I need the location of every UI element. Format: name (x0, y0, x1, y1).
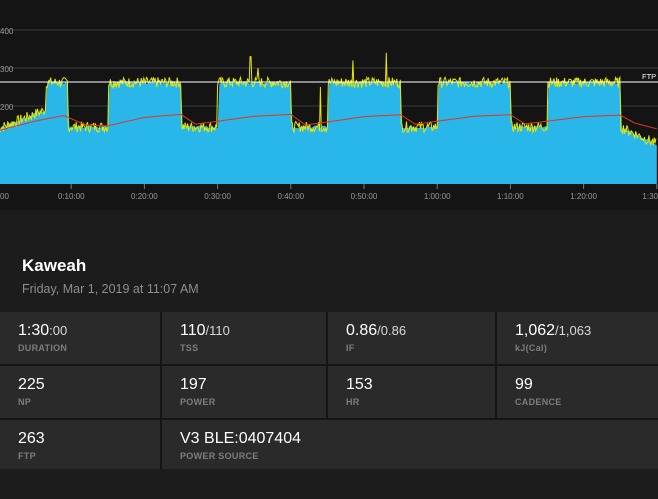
stat-duration: 1:30:00 DURATION (0, 312, 160, 364)
stat-sub: :00 (49, 323, 68, 338)
stat-value: 0.86/0.86 (346, 322, 406, 340)
stat-label: NP (18, 397, 32, 407)
stat-main: 99 (515, 376, 533, 393)
stat-main: 1,062 (515, 322, 556, 339)
x-tick-label: 0:50:00 (351, 192, 378, 201)
stat-cadence: 99 CADENCE (497, 366, 658, 418)
stat-value: 110/110 (180, 322, 230, 340)
stat-main: 263 (18, 430, 45, 447)
x-tick-label: 1:00:00 (424, 192, 451, 201)
stat-main: 110 (180, 322, 206, 339)
x-tick-label: 0:20:00 (131, 192, 158, 201)
x-tick-label: 1:20:00 (570, 192, 597, 201)
stat-main: 0.86 (346, 322, 378, 339)
stat-tss: 110/110 TSS (162, 312, 326, 364)
stat-label: HR (346, 397, 360, 407)
stat-value: 1:30:00 (18, 322, 67, 340)
stat-label: POWER SOURCE (180, 451, 259, 461)
stat-power: 197 POWER (162, 366, 326, 418)
stat-value: 99 (515, 376, 533, 394)
stat-main: 225 (18, 376, 45, 393)
stat-label: POWER (180, 397, 216, 407)
stat-ftp: 263 FTP (0, 420, 160, 473)
stat-value: V3 BLE:0407404 (180, 430, 301, 448)
power-chart[interactable]: 400 300 200 FTP 00 0:10:00 0:20:00 0:30:00 0:40:… (0, 0, 658, 210)
stats-grid: 1:30:00 DURATION 110/110 TSS 0.86/0.86 I… (0, 312, 658, 473)
workout-title: Kaweah (22, 256, 87, 275)
stat-label: FTP (18, 451, 36, 461)
stat-value: 197 (180, 376, 207, 394)
workout-date: Friday, Mar 1, 2019 at 11:07 AM (22, 282, 199, 296)
stat-label: IF (346, 343, 355, 353)
x-tick-label: 0:10:00 (58, 192, 85, 201)
ftp-label: FTP (642, 72, 656, 81)
stat-main: 153 (346, 376, 373, 393)
stat-value: 263 (18, 430, 45, 448)
stat-sub: /0.86 (377, 323, 407, 338)
stat-value: 153 (346, 376, 373, 394)
stat-power-source: V3 BLE:0407404 POWER SOURCE (162, 420, 658, 473)
x-tick-label: 00 (0, 192, 9, 201)
workout-header: Kaweah Friday, Mar 1, 2019 at 11:07 AM (0, 210, 658, 312)
x-tick-label: 1:10:00 (497, 192, 524, 201)
stat-sub: /110 (205, 323, 230, 338)
stat-label: DURATION (18, 343, 68, 353)
stat-label: CADENCE (515, 397, 562, 407)
power-chart-svg: 400 300 200 FTP 00 0:10:00 0:20:00 0:30:00 0:40:… (0, 27, 658, 201)
stat-main: V3 BLE:0407404 (180, 430, 301, 447)
x-tick-label: 0:40:00 (277, 192, 304, 201)
stat-np: 225 NP (0, 366, 160, 418)
y-tick-label: 200 (0, 103, 14, 112)
stat-kj: 1,062/1,063 kJ(Cal) (497, 312, 658, 364)
stat-sub: /1,063 (555, 323, 592, 338)
stat-if: 0.86/0.86 IF (328, 312, 495, 364)
stat-hr: 153 HR (328, 366, 495, 418)
stat-label: kJ(Cal) (515, 343, 548, 353)
stat-value: 1,062/1,063 (515, 322, 591, 340)
bottom-bar (0, 469, 658, 499)
stat-label: TSS (180, 343, 199, 353)
stat-main: 1:30 (18, 322, 50, 339)
y-tick-label: 300 (0, 65, 14, 74)
stat-main: 197 (180, 376, 207, 393)
y-tick-label: 400 (0, 27, 14, 36)
stat-value: 225 (18, 376, 45, 394)
x-tick-label: 0:30:00 (204, 192, 231, 201)
x-tick-label: 1:30 (642, 192, 658, 201)
